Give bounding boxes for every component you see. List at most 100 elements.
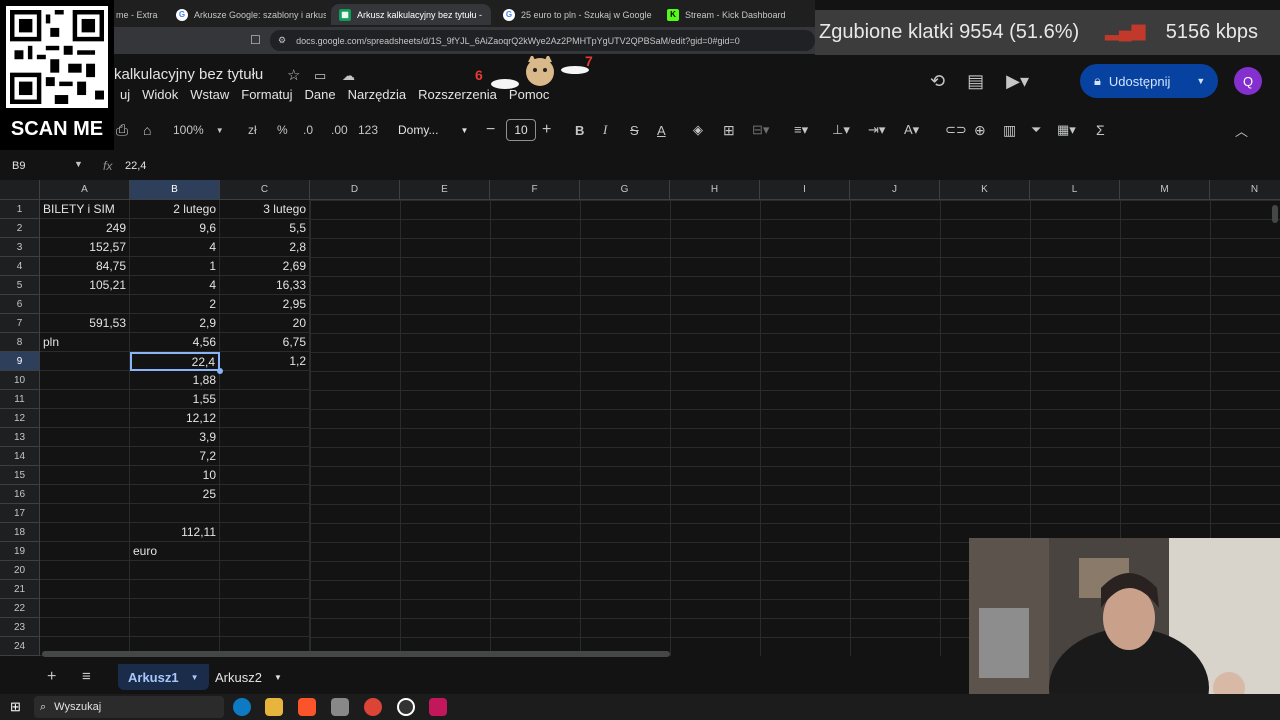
menu-tools[interactable]: Narzędzia (342, 87, 413, 102)
chevron-down-icon[interactable]: ▼ (74, 159, 83, 169)
browser-tab[interactable]: K Stream - Kick Dashboard (659, 4, 809, 25)
font-select[interactable]: Domy... ▼ (398, 115, 468, 145)
text-color-icon[interactable]: A (657, 115, 666, 145)
cell-c13[interactable] (220, 428, 310, 447)
italic-icon[interactable]: I (603, 115, 607, 145)
cell-b23[interactable] (130, 618, 220, 637)
cell-b18[interactable]: 112,11 (130, 523, 220, 542)
more-formats-button[interactable]: 123 (358, 115, 378, 145)
app-icon[interactable] (429, 698, 447, 716)
row-header[interactable]: 18 (0, 523, 40, 542)
chevron-down-icon[interactable]: ▼ (191, 673, 199, 682)
cell-a11[interactable] (40, 390, 130, 409)
cell-b13[interactable]: 3,9 (130, 428, 220, 447)
cell-a8[interactable]: pln (40, 333, 130, 352)
row-header[interactable]: 12 (0, 409, 40, 428)
cell-c2[interactable]: 5,5 (220, 219, 310, 238)
row-header[interactable]: 17 (0, 504, 40, 523)
menu-extensions[interactable]: Rozszerzenia (412, 87, 503, 102)
cell-b11[interactable]: 1,55 (130, 390, 220, 409)
cell-c10[interactable] (220, 371, 310, 390)
cell-a13[interactable] (40, 428, 130, 447)
share-button[interactable]: 🔒︎ Udostępnij ▼ (1080, 64, 1218, 98)
cell-b15[interactable]: 10 (130, 466, 220, 485)
column-header-f[interactable]: F (490, 180, 580, 200)
font-size-field[interactable]: 10 (506, 115, 536, 145)
filter-views-icon[interactable]: ▦▾ (1057, 115, 1076, 145)
fill-handle[interactable] (217, 368, 223, 374)
functions-icon[interactable]: Σ (1096, 115, 1105, 145)
comment-add-icon[interactable]: ⊕ (974, 115, 986, 145)
increase-font-size-icon[interactable]: + (542, 115, 551, 145)
cell-c1[interactable]: 3 lutego (220, 200, 310, 219)
row-header[interactable]: 2 (0, 219, 40, 238)
browser-tab[interactable]: G 25 euro to pln - Szukaj w Google (495, 4, 655, 25)
column-header-e[interactable]: E (400, 180, 490, 200)
row-header[interactable]: 13 (0, 428, 40, 447)
cell-a17[interactable] (40, 504, 130, 523)
document-title[interactable]: kalkulacyjny bez tytułu (114, 66, 263, 83)
row-header[interactable]: 7 (0, 314, 40, 333)
row-header[interactable]: 24 (0, 637, 40, 656)
row-header[interactable]: 14 (0, 447, 40, 466)
cell-c15[interactable] (220, 466, 310, 485)
cell-c19[interactable] (220, 542, 310, 561)
meet-icon[interactable]: ▶▾ (1006, 71, 1029, 92)
row-header[interactable]: 1 (0, 200, 40, 219)
borders-icon[interactable]: ⊞ (723, 115, 735, 145)
menu-data[interactable]: Dane (299, 87, 342, 102)
cell-b8[interactable]: 4,56 (130, 333, 220, 352)
cell-a10[interactable] (40, 371, 130, 390)
obs-icon[interactable] (397, 698, 415, 716)
browser-tab[interactable]: me - Extra (108, 4, 168, 25)
row-header[interactable]: 11 (0, 390, 40, 409)
cell-b12[interactable]: 12,12 (130, 409, 220, 428)
column-header-l[interactable]: L (1030, 180, 1120, 200)
bookmark-icon[interactable]: ☐ (250, 33, 261, 47)
brave-icon[interactable] (298, 698, 316, 716)
browser-tab[interactable]: G Arkusze Google: szablony i arkusze k (168, 4, 326, 25)
cell-c12[interactable] (220, 409, 310, 428)
row-header[interactable]: 8 (0, 333, 40, 352)
column-header-c[interactable]: C (220, 180, 310, 200)
cell-a23[interactable] (40, 618, 130, 637)
currency-format-button[interactable]: zł (248, 115, 257, 145)
cell-c18[interactable] (220, 523, 310, 542)
cell-b19[interactable]: euro (130, 542, 220, 561)
chevron-down-icon[interactable]: ▼ (1196, 76, 1205, 86)
row-header[interactable]: 20 (0, 561, 40, 580)
cell-b10[interactable]: 1,88 (130, 371, 220, 390)
text-wrap-icon[interactable]: ⇥▾ (868, 115, 885, 145)
cell-b16[interactable]: 25 (130, 485, 220, 504)
selected-cell[interactable]: 22,4 (130, 352, 220, 371)
avatar[interactable]: Q (1234, 67, 1262, 95)
cell-a16[interactable] (40, 485, 130, 504)
fill-color-icon[interactable]: ◈ (693, 115, 703, 145)
cell-a4[interactable]: 84,75 (40, 257, 130, 276)
vertical-align-icon[interactable]: ⊥▾ (832, 115, 850, 145)
column-header-h[interactable]: H (670, 180, 760, 200)
cell-c7[interactable]: 20 (220, 314, 310, 333)
cell-b21[interactable] (130, 580, 220, 599)
site-info-icon[interactable]: ⚙ (278, 35, 286, 46)
increase-decimals-button[interactable]: .00 (331, 115, 348, 145)
select-all-corner[interactable] (0, 180, 40, 200)
cell-b5[interactable]: 4 (130, 276, 220, 295)
move-folder-icon[interactable]: ▭ (314, 68, 326, 84)
cell-b7[interactable]: 2,9 (130, 314, 220, 333)
row-header[interactable]: 10 (0, 371, 40, 390)
cell-b20[interactable] (130, 561, 220, 580)
menu-edit[interactable]: uj (114, 87, 136, 102)
app-icon[interactable] (331, 698, 349, 716)
column-header-n[interactable]: N (1210, 180, 1280, 200)
chart-icon[interactable]: ▥ (1003, 115, 1016, 145)
print-icon[interactable]: ⎙ (116, 115, 128, 145)
cell-a20[interactable] (40, 561, 130, 580)
link-icon[interactable]: ⊂⊃ (945, 115, 967, 145)
percent-format-button[interactable]: % (277, 115, 288, 145)
cell-c14[interactable] (220, 447, 310, 466)
cell-a22[interactable] (40, 599, 130, 618)
collapse-toolbar-icon[interactable]: ︿ (1235, 115, 1248, 145)
taskbar-search[interactable]: ⌕ Wyszukaj (34, 696, 224, 718)
cell-b22[interactable] (130, 599, 220, 618)
